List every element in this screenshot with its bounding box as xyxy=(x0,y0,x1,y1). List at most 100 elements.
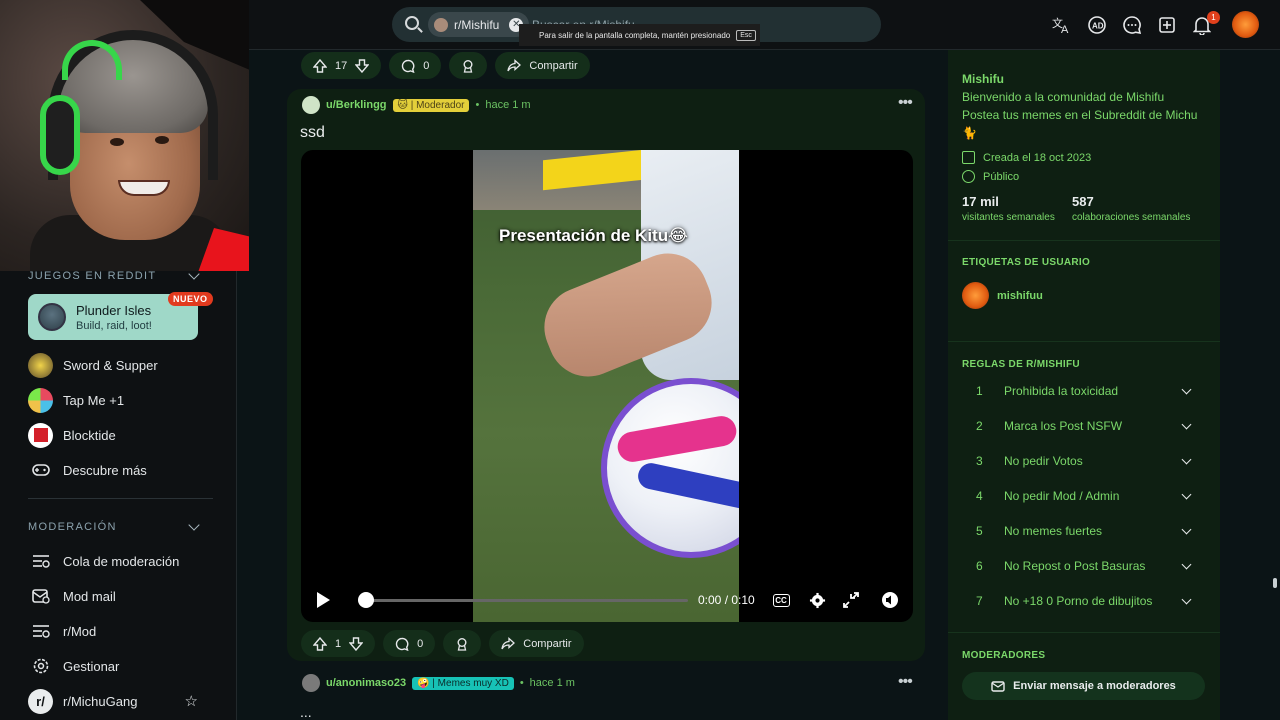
comment-count: 0 xyxy=(423,59,430,72)
star-icon[interactable]: ☆ xyxy=(185,692,198,710)
rule-text: No memes fuertes xyxy=(1004,524,1103,538)
share-button[interactable]: Compartir xyxy=(489,630,584,657)
visibility-label: Público xyxy=(983,170,1020,183)
moderators-header: MODERADORES xyxy=(962,650,1046,661)
user-avatar[interactable] xyxy=(1232,11,1259,38)
mail-icon xyxy=(991,680,1005,692)
fullscreen-exit-icon[interactable] xyxy=(842,591,860,609)
gamepad-icon xyxy=(28,458,53,483)
captions-icon[interactable]: CC xyxy=(772,591,790,609)
rule-text: No pedir Votos xyxy=(1004,454,1083,468)
svg-text:A: A xyxy=(1061,24,1069,34)
sidebar-item-r-mod[interactable]: r/Mod xyxy=(28,618,96,644)
vote-control[interactable]: 17 xyxy=(301,52,382,79)
post-time-sep: • xyxy=(519,677,524,689)
chevron-down-icon xyxy=(1181,524,1192,534)
queue-icon xyxy=(28,549,53,574)
vote-control[interactable]: 1 xyxy=(301,630,376,657)
user-tags-header: ETIQUETAS DE USUARIO xyxy=(962,257,1091,268)
award-button[interactable] xyxy=(449,52,488,79)
share-button[interactable]: Compartir xyxy=(495,52,590,79)
chevron-down-icon xyxy=(1181,419,1192,429)
video-scrubber[interactable] xyxy=(358,592,374,608)
webcam-overlay xyxy=(0,0,249,271)
rule-item[interactable]: 4 No pedir Mod / Admin xyxy=(976,486,1198,506)
upvote-icon xyxy=(313,58,327,73)
video-frame: Presentación de Kitu😂 xyxy=(473,150,739,622)
video-player[interactable]: Presentación de Kitu😂 0:00 / 0:10 CC xyxy=(301,150,913,622)
chevron-down-icon xyxy=(1181,489,1192,499)
post-time: hace 1 m xyxy=(485,99,531,111)
prev-post-actions: 17 0 Compartir xyxy=(301,52,590,79)
community-description-line: Bienvenido a la comunidad de Mishifu xyxy=(962,90,1165,104)
play-icon[interactable] xyxy=(317,592,330,608)
games-section-header[interactable]: JUEGOS EN REDDIT xyxy=(28,268,200,282)
rule-text: Marca los Post NSFW xyxy=(1004,419,1123,433)
search-community-chip[interactable]: r/Mishifu ✕ xyxy=(428,12,530,37)
sidebar-item-label: r/MichuGang xyxy=(63,693,138,709)
message-mods-button[interactable]: Enviar mensaje a moderadores xyxy=(962,672,1205,700)
award-icon xyxy=(457,637,467,651)
sidebar-item-label: Blocktide xyxy=(63,427,116,443)
scrollbar[interactable] xyxy=(1273,578,1277,588)
rule-number: 3 xyxy=(976,454,983,468)
comments-button[interactable]: 0 xyxy=(383,630,436,657)
rule-item[interactable]: 5 No memes fuertes xyxy=(976,521,1198,541)
post-title[interactable]: ssd xyxy=(300,124,325,142)
sidebar-item-label: Cola de moderación xyxy=(63,553,180,569)
new-badge: NUEVO xyxy=(168,292,213,306)
sidebar-item-mod-mail[interactable]: Mod mail xyxy=(28,583,116,609)
sidebar-item-manage[interactable]: Gestionar xyxy=(28,653,119,679)
chevron-down-icon xyxy=(1181,384,1192,394)
rule-text: No +18 0 Porno de dibujitos xyxy=(1004,594,1153,608)
sidebar-item-michugang[interactable]: r/ r/MichuGang ☆ xyxy=(28,688,198,714)
post-author[interactable]: u/anonimaso23 xyxy=(326,677,406,689)
sidebar-item-discover[interactable]: Descubre más xyxy=(28,457,147,483)
weekly-contributions: 587 xyxy=(1072,194,1094,209)
rule-item[interactable]: 2 Marca los Post NSFW xyxy=(976,416,1198,436)
video-caption: Presentación de Kitu😂 xyxy=(499,226,688,245)
chat-icon[interactable] xyxy=(1121,14,1143,36)
sidebar-item-label: Mod mail xyxy=(63,588,116,604)
rule-item[interactable]: 3 No pedir Votos xyxy=(976,451,1198,471)
translate-icon[interactable]: 文A xyxy=(1051,14,1073,36)
award-button[interactable] xyxy=(443,630,482,657)
moderation-section-header[interactable]: MODERACIÓN xyxy=(28,519,200,533)
post-author[interactable]: u/Berklingg xyxy=(326,99,387,111)
author-avatar[interactable] xyxy=(302,674,320,692)
sidebar-item-sword-supper[interactable]: Sword & Supper xyxy=(28,352,158,378)
more-options-icon[interactable]: ••• xyxy=(898,673,913,691)
post-header: u/Berklingg 🐱 | Moderador • hace 1 m xyxy=(302,96,531,114)
sidebar-item-blocktide[interactable]: Blocktide xyxy=(28,422,116,448)
ad-icon[interactable]: AD xyxy=(1086,14,1108,36)
rule-item[interactable]: 1 Prohibida la toxicidad xyxy=(976,381,1198,401)
next-post-title[interactable]: ... xyxy=(300,704,312,720)
author-avatar[interactable] xyxy=(302,96,320,114)
fullscreen-toast: Para salir de la pantalla completa, mant… xyxy=(519,24,760,46)
rule-text: No pedir Mod / Admin xyxy=(1004,489,1120,503)
sidebar-item-label: Sword & Supper xyxy=(63,357,158,373)
sidebar-item-mod-queue[interactable]: Cola de moderación xyxy=(28,548,179,574)
sidebar-item-tap-me[interactable]: Tap Me +1 xyxy=(28,387,124,413)
toast-text: Para salir de la pantalla completa, mant… xyxy=(539,30,731,40)
settings-icon[interactable] xyxy=(808,591,826,609)
community-description-line: Postea tus memes en el Subreddit de Mich… xyxy=(962,108,1198,122)
create-post-icon[interactable] xyxy=(1156,14,1178,36)
next-post-header: u/anonimaso23 🤪 | Memes muy XD • hace 1 … xyxy=(302,674,575,692)
user-tag-name: mishifuu xyxy=(997,289,1043,302)
featured-game-name: Plunder Isles xyxy=(76,302,152,318)
rule-item[interactable]: 6 No Repost o Post Basuras xyxy=(976,556,1198,576)
rule-item[interactable]: 7 No +18 0 Porno de dibujitos xyxy=(976,591,1198,611)
created-label: Creada el 18 oct 2023 xyxy=(983,151,1092,164)
message-mods-label: Enviar mensaje a moderadores xyxy=(1013,680,1176,692)
volume-icon[interactable] xyxy=(881,591,899,609)
weekly-visitors-label: visitantes semanales xyxy=(962,212,1055,223)
comments-button[interactable]: 0 xyxy=(389,52,442,79)
share-label: Compartir xyxy=(523,637,572,650)
rule-number: 2 xyxy=(976,419,983,433)
community-avatar xyxy=(434,17,448,32)
user-tag[interactable]: mishifuu xyxy=(962,282,1043,309)
video-progress-bar[interactable] xyxy=(358,592,688,608)
rule-text: No Repost o Post Basuras xyxy=(1004,559,1146,573)
more-options-icon[interactable]: ••• xyxy=(898,94,913,112)
